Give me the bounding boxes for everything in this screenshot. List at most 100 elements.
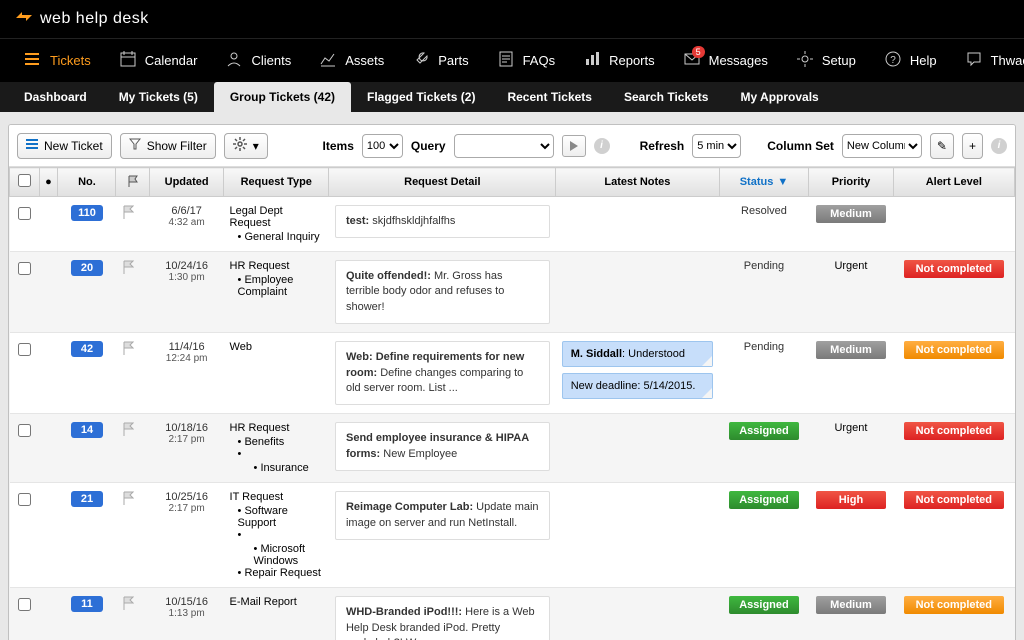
add-columnset-button[interactable]: + bbox=[962, 133, 983, 159]
subnav-item[interactable]: Dashboard bbox=[8, 82, 103, 112]
row-checkbox[interactable] bbox=[18, 262, 31, 275]
col-alert-header[interactable]: Alert Level bbox=[893, 168, 1014, 197]
query-select[interactable] bbox=[454, 134, 554, 158]
row-checkbox[interactable] bbox=[18, 343, 31, 356]
col-notes-header[interactable]: Latest Notes bbox=[556, 168, 719, 197]
request-detail-cell: Web: Define requirements for new room: D… bbox=[329, 333, 556, 414]
alert-badge: Not completed bbox=[904, 596, 1004, 614]
subnav-item[interactable]: Search Tickets bbox=[608, 82, 725, 112]
nav-label: Setup bbox=[822, 53, 856, 68]
alert-cell: Not completed bbox=[893, 414, 1014, 483]
subnav-item[interactable]: Group Tickets (42) bbox=[214, 82, 351, 112]
table-row[interactable]: 2010/24/161:30 pmHR RequestEmployee Comp… bbox=[10, 252, 1015, 333]
alert-cell: Not completed bbox=[893, 333, 1014, 414]
table-row[interactable]: 2110/25/162:17 pmIT RequestSoftware Supp… bbox=[10, 483, 1015, 588]
ticket-number-badge[interactable]: 14 bbox=[71, 422, 103, 438]
status-text: Resolved bbox=[741, 205, 787, 217]
row-checkbox[interactable] bbox=[18, 493, 31, 506]
request-type-cell: HR RequestBenefitsInsurance bbox=[224, 414, 329, 483]
nav-calendar[interactable]: Calendar bbox=[105, 39, 212, 83]
nav-faqs[interactable]: FAQs bbox=[483, 39, 570, 83]
nav-clients[interactable]: Clients bbox=[211, 39, 305, 83]
status-cell: Pending bbox=[719, 252, 809, 333]
sort-desc-icon: ▼ bbox=[777, 176, 788, 188]
refresh-select[interactable]: 5 min bbox=[692, 134, 741, 158]
logo-icon bbox=[14, 8, 40, 31]
col-status-header[interactable]: Status ▼ bbox=[719, 168, 809, 197]
flag-cell[interactable] bbox=[116, 588, 150, 640]
nav-messages[interactable]: 5Messages bbox=[669, 39, 782, 83]
col-priority-header[interactable]: Priority bbox=[809, 168, 893, 197]
status-badge: Assigned bbox=[729, 491, 799, 509]
subnav-item[interactable]: Flagged Tickets (2) bbox=[351, 82, 491, 112]
settings-button[interactable]: ▾ bbox=[224, 133, 268, 159]
subnav-item[interactable]: Recent Tickets bbox=[491, 82, 608, 112]
row-checkbox[interactable] bbox=[18, 207, 31, 220]
faq-icon bbox=[497, 50, 515, 68]
nav-tickets[interactable]: Tickets bbox=[10, 39, 105, 83]
run-query-button[interactable] bbox=[562, 135, 586, 157]
columnset-select[interactable]: New Column bbox=[842, 134, 922, 158]
nav-assets[interactable]: Assets bbox=[305, 39, 398, 83]
alert-cell: Not completed bbox=[893, 252, 1014, 333]
col-no-header[interactable]: No. bbox=[58, 168, 116, 197]
flag-cell[interactable] bbox=[116, 333, 150, 414]
ticket-number-badge[interactable]: 42 bbox=[71, 341, 103, 357]
request-type-cell: HR RequestEmployee Complaint bbox=[224, 252, 329, 333]
col-updated-header[interactable]: Updated bbox=[150, 168, 224, 197]
request-detail-cell: Reimage Computer Lab: Update main image … bbox=[329, 483, 556, 588]
alert-badge: Not completed bbox=[904, 341, 1004, 359]
ticket-number-badge[interactable]: 110 bbox=[71, 205, 103, 221]
status-cell: Pending bbox=[719, 333, 809, 414]
col-checkbox-header[interactable] bbox=[10, 168, 40, 197]
items-select[interactable]: 100 bbox=[362, 134, 403, 158]
request-type-cell: Web bbox=[224, 333, 329, 414]
info-icon[interactable]: i bbox=[594, 138, 610, 154]
table-row[interactable]: 1106/6/174:32 amLegal Dept RequestGenera… bbox=[10, 197, 1015, 252]
pencil-icon: ✎ bbox=[937, 139, 947, 153]
flag-cell[interactable] bbox=[116, 252, 150, 333]
table-row[interactable]: 4211/4/1612:24 pmWebWeb: Define requirem… bbox=[10, 333, 1015, 414]
flag-cell[interactable] bbox=[116, 483, 150, 588]
table-row[interactable]: 1110/15/161:13 pmE-Mail ReportWHD-Brande… bbox=[10, 588, 1015, 640]
edit-columnset-button[interactable]: ✎ bbox=[930, 133, 954, 159]
priority-cell: Urgent bbox=[809, 414, 893, 483]
ticket-number-badge[interactable]: 11 bbox=[71, 596, 103, 612]
request-detail-cell: Send employee insurance & HIPAA forms: N… bbox=[329, 414, 556, 483]
nav-reports[interactable]: Reports bbox=[569, 39, 669, 83]
col-type-header[interactable]: Request Type bbox=[224, 168, 329, 197]
nav-badge: 5 bbox=[692, 46, 705, 58]
nav-parts[interactable]: Parts bbox=[398, 39, 482, 83]
nav-thwack[interactable]: Thwack bbox=[951, 39, 1024, 83]
alert-cell: Not completed bbox=[893, 483, 1014, 588]
nav-setup[interactable]: Setup bbox=[782, 39, 870, 83]
new-ticket-button[interactable]: New Ticket bbox=[17, 133, 112, 159]
col-detail-header[interactable]: Request Detail bbox=[329, 168, 556, 197]
nav-help[interactable]: ?Help bbox=[870, 39, 951, 83]
nav-label: Thwack bbox=[991, 53, 1024, 68]
ticket-number-badge[interactable]: 20 bbox=[71, 260, 103, 276]
ticket-number-badge[interactable]: 21 bbox=[71, 491, 103, 507]
info-icon[interactable]: i bbox=[991, 138, 1007, 154]
subnav-item[interactable]: My Approvals bbox=[724, 82, 834, 112]
col-flag-header[interactable] bbox=[116, 168, 150, 197]
status-badge: Assigned bbox=[729, 596, 799, 614]
flag-cell[interactable] bbox=[116, 414, 150, 483]
flag-cell[interactable] bbox=[116, 197, 150, 252]
note-card: M. Siddall: Understood bbox=[562, 341, 713, 367]
bar-icon bbox=[583, 50, 601, 68]
row-checkbox[interactable] bbox=[18, 598, 31, 611]
updated-cell: 10/18/162:17 pm bbox=[150, 414, 224, 483]
priority-text: Urgent bbox=[834, 260, 867, 272]
subnav-item[interactable]: My Tickets (5) bbox=[103, 82, 214, 112]
nav-label: Tickets bbox=[50, 53, 91, 68]
brand-text: web help desk bbox=[40, 10, 149, 28]
select-all-checkbox[interactable] bbox=[18, 174, 31, 187]
nav-label: Reports bbox=[609, 53, 655, 68]
show-filter-button[interactable]: Show Filter bbox=[120, 133, 216, 159]
col-indicator-header[interactable]: ● bbox=[39, 168, 58, 197]
status-cell: Resolved bbox=[719, 197, 809, 252]
table-row[interactable]: 14 10/18/162:17 pmHR RequestBenefitsInsur… bbox=[10, 414, 1015, 483]
row-checkbox[interactable] bbox=[18, 424, 31, 437]
alert-badge: Not completed bbox=[904, 260, 1004, 278]
